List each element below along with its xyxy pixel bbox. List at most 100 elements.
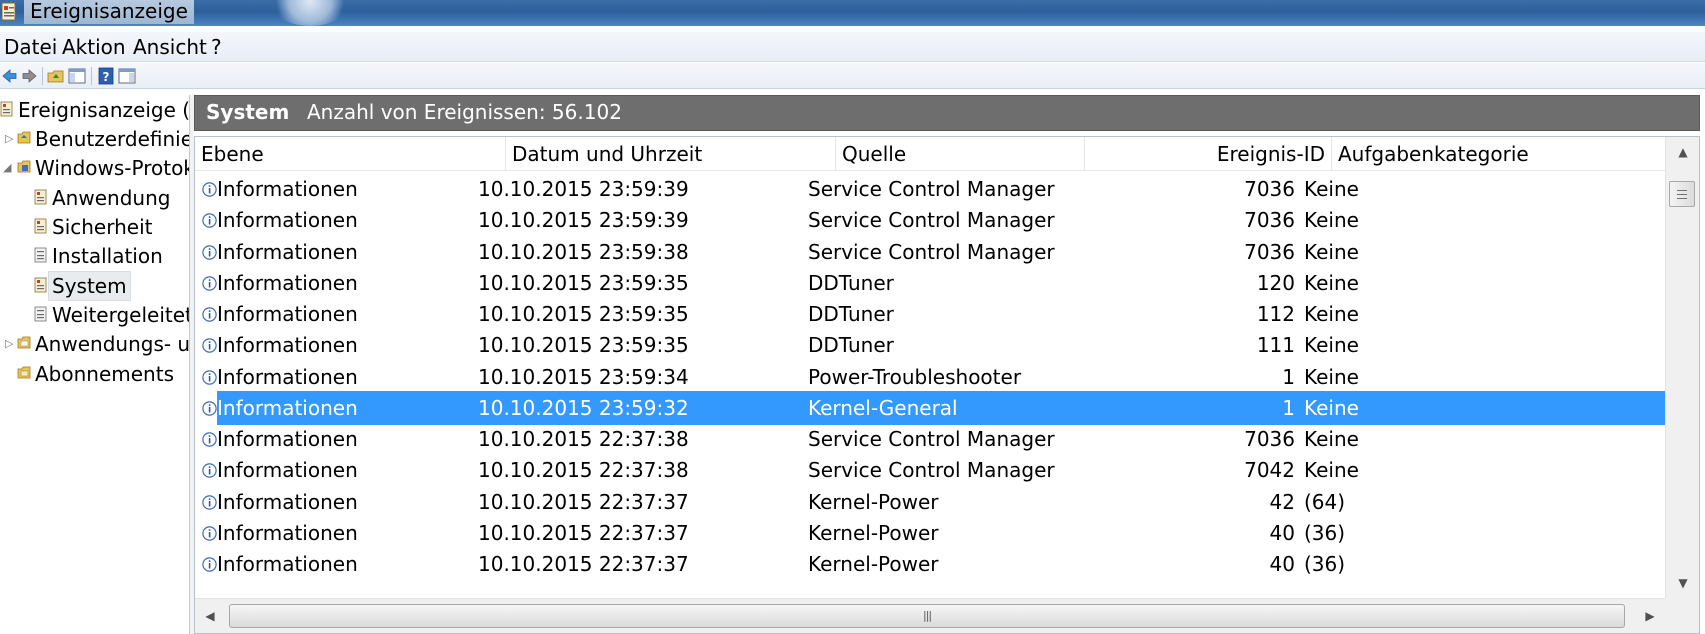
info-icon bbox=[202, 213, 217, 228]
column-header-ereignis-id[interactable]: Ereignis-ID bbox=[1085, 137, 1332, 171]
windows-logs-folder-icon bbox=[17, 160, 31, 173]
vertical-scroll-thumb[interactable] bbox=[1669, 181, 1695, 207]
info-icon bbox=[202, 557, 217, 572]
svg-text:?: ? bbox=[103, 70, 110, 84]
info-icon bbox=[202, 182, 217, 197]
cell-source: Kernel-General bbox=[808, 395, 958, 420]
tree-item-label: Installation bbox=[52, 244, 163, 268]
cell-event-id: 7042 bbox=[1244, 458, 1295, 483]
window-title: Ereignisanzeige bbox=[24, 0, 194, 24]
toolbar-separator bbox=[42, 67, 43, 85]
table-row[interactable]: Informationen 10.10.2015 22:37:38 Service … bbox=[195, 453, 1665, 487]
tree-item-label: Windows-Protok bbox=[35, 156, 190, 180]
menu-help[interactable]: ? bbox=[211, 35, 222, 59]
back-arrow-icon[interactable] bbox=[0, 66, 20, 86]
cell-category: (36) bbox=[1304, 520, 1346, 545]
scroll-right-arrow-icon[interactable]: ▶ bbox=[1635, 599, 1665, 633]
cell-category: Keine bbox=[1304, 427, 1359, 451]
forward-arrow-icon[interactable] bbox=[19, 66, 39, 86]
cell-event-id: 7036 bbox=[1244, 208, 1295, 233]
table-row[interactable]: Informationen 10.10.2015 22:37:37 Kernel-P… bbox=[195, 547, 1665, 581]
table-row[interactable]: Informationen 10.10.2015 23:59:35 DDTuner 1… bbox=[195, 328, 1665, 362]
info-icon bbox=[202, 307, 217, 322]
toolbar: ? bbox=[0, 63, 1705, 89]
cell-event-id: 42 bbox=[1269, 489, 1295, 514]
cell-datetime: 10.10.2015 23:59:38 bbox=[478, 239, 689, 264]
column-header-quelle[interactable]: Quelle bbox=[836, 137, 1085, 171]
tree-item-label: Anwendungs- u bbox=[35, 332, 190, 356]
scroll-down-arrow-icon[interactable]: ▼ bbox=[1666, 568, 1699, 598]
cell-source: Service Control Manager bbox=[808, 427, 1055, 451]
cell-datetime: 10.10.2015 23:59:35 bbox=[478, 333, 689, 358]
scroll-up-arrow-icon[interactable]: ▲ bbox=[1666, 137, 1699, 167]
scroll-left-arrow-icon[interactable]: ◀ bbox=[195, 599, 225, 633]
cell-category: Keine bbox=[1304, 395, 1359, 420]
menu-ansicht[interactable]: Ansicht bbox=[133, 35, 207, 59]
cell-category: Keine bbox=[1304, 364, 1359, 389]
event-list: Ebene Datum und Uhrzeit Quelle Ereignis-… bbox=[194, 136, 1700, 634]
cell-event-id: 7036 bbox=[1244, 177, 1295, 201]
info-icon bbox=[202, 401, 217, 416]
show-hide-tree-icon[interactable] bbox=[67, 66, 87, 86]
tree-item-label: System bbox=[48, 271, 131, 301]
cell-source: Kernel-Power bbox=[808, 520, 939, 545]
cell-source: Service Control Manager bbox=[808, 458, 1055, 483]
cell-category: Keine bbox=[1304, 302, 1359, 326]
cell-level: Informationen bbox=[217, 177, 358, 201]
show-hide-action-pane-icon[interactable] bbox=[117, 66, 137, 86]
cell-datetime: 10.10.2015 23:59:35 bbox=[478, 302, 689, 326]
cell-level: Informationen bbox=[217, 302, 358, 326]
expand-arrow-icon[interactable]: ▷ bbox=[5, 124, 13, 154]
menu-aktion[interactable]: Aktion bbox=[62, 35, 126, 59]
cell-event-id: 40 bbox=[1269, 520, 1295, 545]
cell-category: Keine bbox=[1304, 208, 1359, 233]
help-icon[interactable]: ? bbox=[96, 66, 116, 86]
cell-category: Keine bbox=[1304, 270, 1359, 295]
table-row[interactable]: Informationen 10.10.2015 23:59:34 Power-Tr… bbox=[195, 360, 1665, 394]
log-icon bbox=[34, 277, 47, 293]
event-rows: Informationen 10.10.2015 23:59:39 Service … bbox=[195, 172, 1665, 598]
table-row[interactable]: Informationen 10.10.2015 23:59:39 Service … bbox=[195, 203, 1665, 237]
cell-source: Service Control Manager bbox=[808, 208, 1055, 233]
table-row[interactable]: Informationen 10.10.2015 23:59:32 Kernel-G… bbox=[195, 390, 1665, 425]
tree-item-label: Anwendung bbox=[52, 186, 171, 210]
horizontal-scroll-thumb[interactable]: ||| bbox=[229, 604, 1625, 628]
collapse-arrow-icon[interactable]: ◢ bbox=[3, 153, 11, 183]
cell-level: Informationen bbox=[217, 458, 358, 483]
up-folder-icon[interactable] bbox=[46, 66, 66, 86]
table-row[interactable]: Informationen 10.10.2015 23:59:35 DDTuner 1… bbox=[195, 297, 1665, 331]
table-row[interactable]: Informationen 10.10.2015 23:59:35 DDTuner 1… bbox=[195, 266, 1665, 300]
info-icon bbox=[202, 463, 217, 478]
cell-event-id: 7036 bbox=[1244, 427, 1295, 451]
table-row[interactable]: Informationen 10.10.2015 22:37:37 Kernel-P… bbox=[195, 485, 1665, 519]
horizontal-scrollbar[interactable]: ◀ ||| ▶ bbox=[195, 598, 1665, 633]
table-row[interactable]: Informationen 10.10.2015 22:37:37 Kernel-P… bbox=[195, 516, 1665, 550]
info-icon bbox=[202, 526, 217, 541]
cell-category: Keine bbox=[1304, 458, 1359, 483]
column-header-ebene[interactable]: Ebene bbox=[195, 137, 506, 171]
table-row[interactable]: Informationen 10.10.2015 23:59:39 Service … bbox=[195, 172, 1665, 206]
cell-source: DDTuner bbox=[808, 270, 894, 295]
table-row[interactable]: Informationen 10.10.2015 22:37:38 Service … bbox=[195, 422, 1665, 456]
cell-source: Kernel-Power bbox=[808, 552, 939, 576]
cell-event-id: 120 bbox=[1256, 270, 1295, 295]
table-row[interactable]: Informationen 10.10.2015 23:59:38 Service … bbox=[195, 235, 1665, 269]
info-icon bbox=[202, 338, 217, 353]
event-viewer-app-icon bbox=[1, 2, 16, 21]
menu-datei[interactable]: Datei bbox=[4, 35, 57, 59]
column-header-aufgabenkategorie[interactable]: Aufgabenkategorie bbox=[1332, 137, 1665, 171]
log-icon bbox=[34, 189, 47, 205]
cell-level: Informationen bbox=[217, 489, 358, 514]
cell-datetime: 10.10.2015 22:37:38 bbox=[478, 427, 689, 451]
vertical-scrollbar[interactable]: ▲ ▼ bbox=[1665, 137, 1699, 598]
expand-arrow-icon[interactable]: ▷ bbox=[5, 329, 13, 359]
cell-source: Service Control Manager bbox=[808, 239, 1055, 264]
info-icon bbox=[202, 276, 217, 291]
log-icon bbox=[34, 218, 47, 234]
cell-datetime: 10.10.2015 23:59:35 bbox=[478, 270, 689, 295]
cell-level: Informationen bbox=[217, 427, 358, 451]
cell-category: Keine bbox=[1304, 239, 1359, 264]
column-header-datum[interactable]: Datum und Uhrzeit bbox=[506, 137, 836, 171]
cell-datetime: 10.10.2015 23:59:39 bbox=[478, 208, 689, 233]
cell-level: Informationen bbox=[217, 520, 358, 545]
